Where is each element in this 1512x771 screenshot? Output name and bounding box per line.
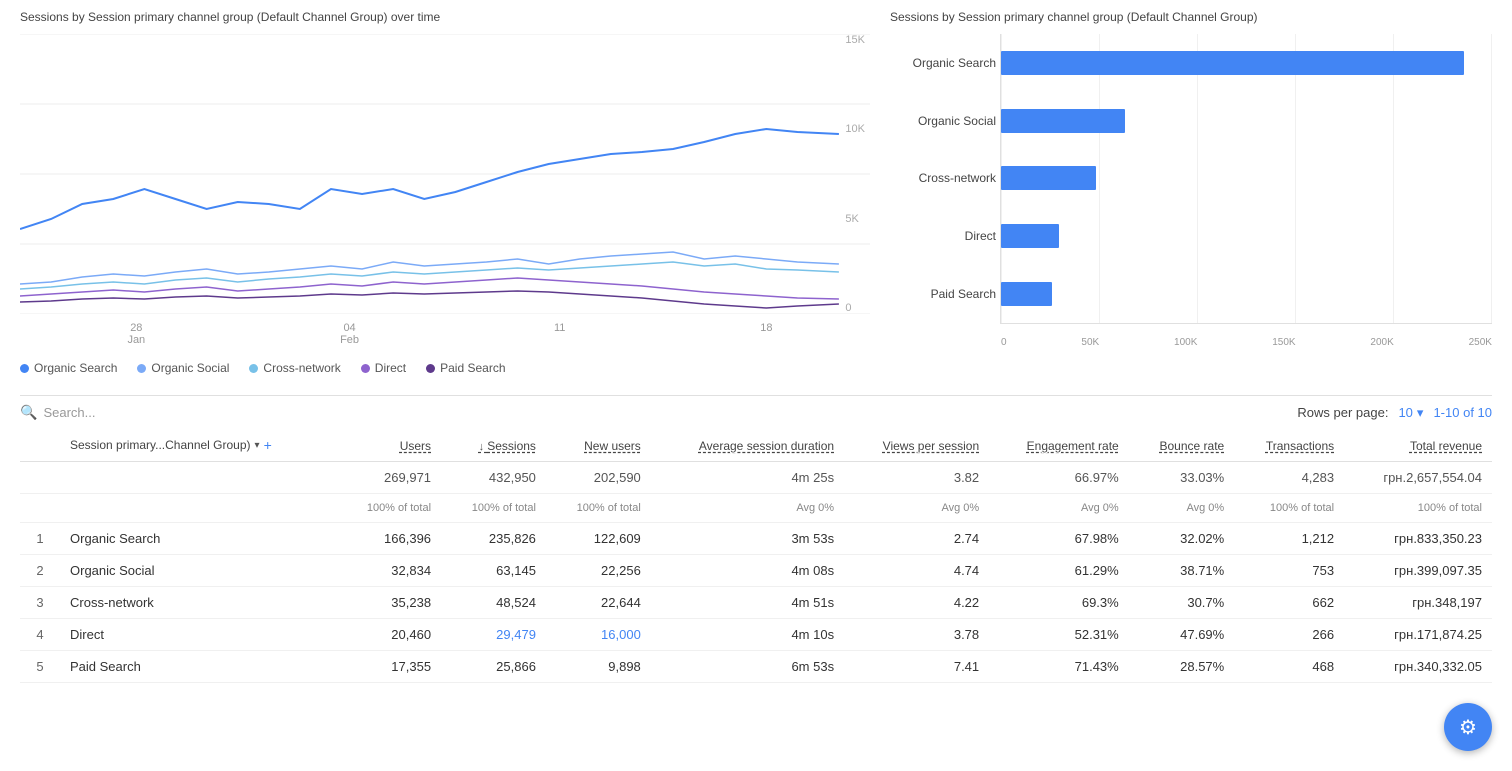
row-new-users: 122,609 <box>546 523 651 555</box>
row-revenue: грн.833,350.23 <box>1344 523 1492 555</box>
y-axis-labels: 15K 10K 5K 0 <box>845 34 865 314</box>
rows-per-page-select[interactable]: 10 ▾ <box>1398 405 1423 421</box>
bar-row-paid-search: Paid Search <box>1001 265 1492 323</box>
search-row: 🔍 Search... Rows per page: 10 ▾ 1-10 of … <box>20 395 1492 429</box>
pagination-info: Rows per page: 10 ▾ 1-10 of 10 <box>1297 405 1492 421</box>
new-users-link[interactable]: 16,000 <box>601 627 641 642</box>
data-table: Session primary...Channel Group) ▾ + Use… <box>20 429 1492 683</box>
legend-item-cross-network: Cross-network <box>249 361 340 375</box>
bar-row-direct: Direct <box>1001 207 1492 265</box>
total-new-users: 202,590 <box>546 462 651 494</box>
legend-item-organic-search: Organic Search <box>20 361 117 375</box>
total-engagement: 66.97% <box>989 462 1129 494</box>
row-avg-duration: 3m 53s <box>651 523 844 555</box>
row-rank: 1 <box>20 523 60 555</box>
bar-row-organic-search: Organic Search <box>1001 34 1492 92</box>
total-bounce: 33.03% <box>1129 462 1235 494</box>
rows-per-page-label: Rows per page: <box>1297 405 1388 420</box>
line-chart-title: Sessions by Session primary channel grou… <box>20 10 870 24</box>
bar-row-organic-social: Organic Social <box>1001 92 1492 150</box>
dimension-column-header[interactable]: Session primary...Channel Group) ▾ + <box>60 429 336 462</box>
sessions-link[interactable]: 29,479 <box>496 627 536 642</box>
sort-arrow: ↓ <box>479 441 488 453</box>
total-users: 269,971 <box>336 462 441 494</box>
totals-row: 269,971 432,950 202,590 4m 25s 3.82 66.9… <box>20 462 1492 494</box>
settings-fab[interactable]: ⚙ <box>1444 703 1492 751</box>
total-avg-duration: 4m 25s <box>651 462 844 494</box>
bar-chart: Organic Search Organic Social Cross-netw… <box>890 34 1492 354</box>
bar-row-cross-network: Cross-network <box>1001 150 1492 208</box>
total-sessions: 432,950 <box>441 462 546 494</box>
row-users: 166,396 <box>336 523 441 555</box>
dimension-dropdown-icon[interactable]: ▾ <box>255 440 260 451</box>
total-revenue: грн.2,657,554.04 <box>1344 462 1492 494</box>
gear-icon: ⚙ <box>1459 715 1477 740</box>
row-channel[interactable]: Organic Search <box>60 523 336 555</box>
table-row: 5 Paid Search 17,355 25,866 9,898 6m 53s… <box>20 651 1492 683</box>
transactions-column-header[interactable]: Transactions <box>1234 429 1344 462</box>
row-transactions: 1,212 <box>1234 523 1344 555</box>
row-sessions: 235,826 <box>441 523 546 555</box>
bounce-rate-column-header[interactable]: Bounce rate <box>1129 429 1235 462</box>
new-users-column-header[interactable]: New users <box>546 429 651 462</box>
rank-column-header <box>20 429 60 462</box>
x-axis-labels: 28Jan 04Feb 11 18 <box>30 317 870 351</box>
bar-chart-title: Sessions by Session primary channel grou… <box>890 10 1492 24</box>
views-per-session-column-header[interactable]: Views per session <box>844 429 989 462</box>
total-revenue-column-header[interactable]: Total revenue <box>1344 429 1492 462</box>
line-chart-svg <box>20 34 870 314</box>
row-views: 2.74 <box>844 523 989 555</box>
bar-x-axis: 0 50K 100K 150K 200K 250K <box>1001 337 1492 348</box>
table-row: 4 Direct 20,460 29,479 16,000 4m 10s 3.7… <box>20 619 1492 651</box>
avg-duration-column-header[interactable]: Average session duration <box>651 429 844 462</box>
row-bounce: 32.02% <box>1129 523 1235 555</box>
table-row: 2 Organic Social 32,834 63,145 22,256 4m… <box>20 555 1492 587</box>
legend-item-direct: Direct <box>361 361 406 375</box>
add-dimension-button[interactable]: + <box>264 437 272 453</box>
table-row: 3 Cross-network 35,238 48,524 22,644 4m … <box>20 587 1492 619</box>
chart-legend: Organic Search Organic Social Cross-netw… <box>20 351 870 385</box>
legend-item-paid-search: Paid Search <box>426 361 505 375</box>
search-icon: 🔍 <box>20 404 37 421</box>
chevron-down-icon: ▾ <box>1417 405 1424 421</box>
sessions-column-header[interactable]: ↓ Sessions <box>441 429 546 462</box>
users-column-header[interactable]: Users <box>336 429 441 462</box>
total-views: 3.82 <box>844 462 989 494</box>
totals-pct-row: 100% of total 100% of total 100% of tota… <box>20 494 1492 523</box>
total-transactions: 4,283 <box>1234 462 1344 494</box>
table-row: 1 Organic Search 166,396 235,826 122,609… <box>20 523 1492 555</box>
search-input[interactable]: Search... <box>43 405 95 420</box>
legend-item-organic-social: Organic Social <box>137 361 229 375</box>
engagement-rate-column-header[interactable]: Engagement rate <box>989 429 1129 462</box>
row-engagement: 67.98% <box>989 523 1129 555</box>
pagination-range: 1-10 of 10 <box>1433 405 1492 420</box>
